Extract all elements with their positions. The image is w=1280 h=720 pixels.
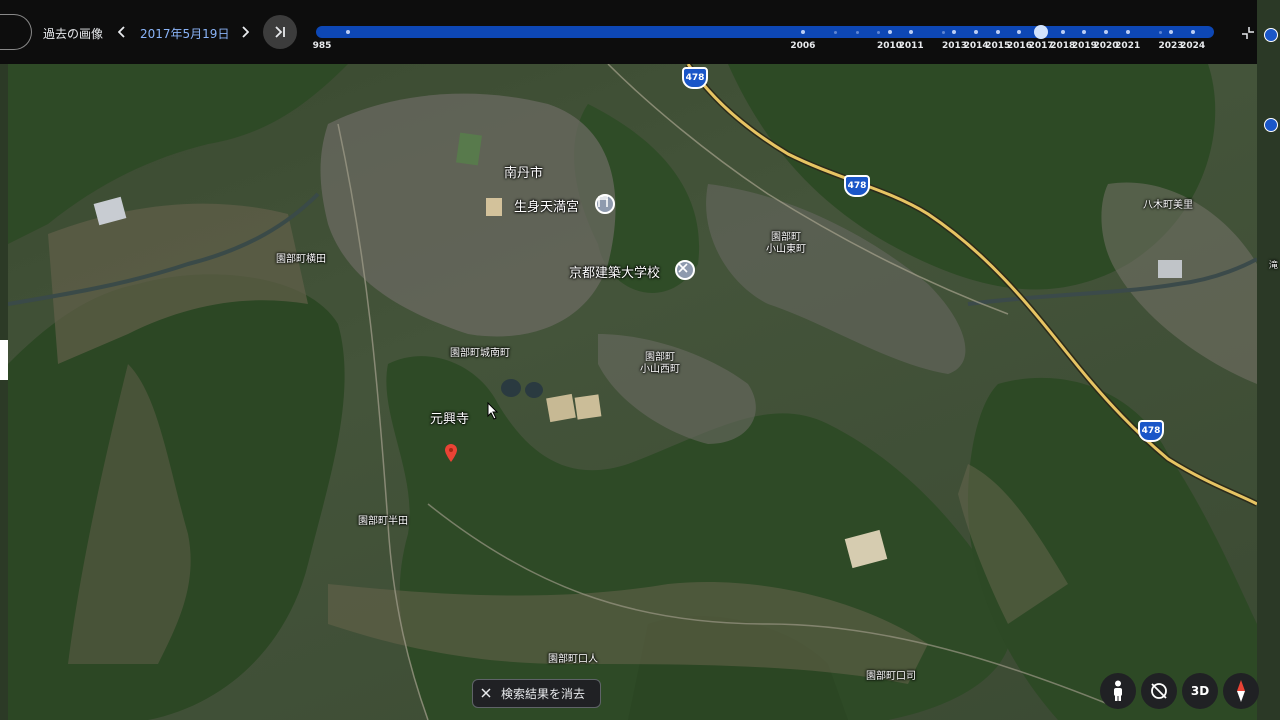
label-kuchihito: 園部町口人 — [548, 654, 598, 665]
timeline-year-tick[interactable] — [1125, 30, 1130, 34]
timeline-year-label[interactable]: 2006 — [790, 41, 815, 51]
timeline-year-tick[interactable] — [995, 30, 1000, 34]
timeline-minor-tick[interactable] — [877, 30, 881, 34]
timeline-year-tick[interactable] — [909, 30, 914, 34]
clear-search-button[interactable]: 検索結果を消去 — [472, 679, 601, 708]
timeline-year-tick[interactable] — [346, 30, 351, 34]
route-shield-edge — [1264, 28, 1278, 42]
historical-imagery-title: 過去の画像 — [43, 27, 104, 41]
label-genkoji[interactable]: 元興寺 — [430, 408, 469, 427]
compass-icon[interactable] — [1223, 673, 1259, 709]
route-478-shield: 478 — [682, 67, 708, 89]
route-478-shield: 478 — [1138, 420, 1164, 442]
label-yagi-misato: 八木町美里 — [1143, 200, 1193, 211]
timeline-selected-handle[interactable] — [1034, 25, 1049, 39]
timeline-year-tick[interactable] — [1104, 30, 1109, 34]
timeline-year-tick[interactable] — [952, 30, 957, 34]
label-ikumi-shrine[interactable]: 生身天満宮 — [514, 196, 579, 215]
satellite-map[interactable]: 478 478 478 南丹市 生身天満宮 京都建築大学校 園部町横田 園部町城… — [8, 64, 1257, 720]
pegman-icon[interactable] — [1100, 673, 1136, 709]
timeline-minor-tick[interactable] — [833, 30, 837, 34]
timeline-year-tick[interactable] — [1060, 30, 1065, 34]
clear-search-label: 検索結果を消去 — [501, 687, 586, 701]
timeline-minor-tick[interactable] — [942, 30, 946, 34]
timeline-minor-tick[interactable] — [855, 30, 859, 34]
selected-date: 2017年5月19日 — [140, 27, 230, 41]
map-imagery — [8, 64, 1257, 720]
close-icon — [481, 687, 491, 701]
timeline-year-tick[interactable] — [800, 30, 805, 34]
route-shield-edge — [1264, 118, 1278, 132]
timeline-year-label[interactable]: 2024 — [1180, 41, 1205, 51]
label-yokota: 園部町横田 — [276, 254, 326, 265]
left-panel-handle[interactable] — [0, 340, 8, 380]
timeline-year-label[interactable]: 985 — [313, 41, 332, 51]
chevron-right-icon[interactable] — [236, 22, 254, 42]
label-handa: 園部町半田 — [358, 516, 408, 527]
historical-imagery-bar: 過去の画像 2017年5月19日 985 2006 2010 2011 2013 2014… — [0, 0, 1257, 64]
timeline-minor-tick[interactable] — [1158, 30, 1162, 34]
left-panel-edge — [0, 0, 8, 720]
timeline-year-tick[interactable] — [1169, 30, 1174, 34]
label-kyoken-school[interactable]: 京都建築大学校 — [569, 262, 660, 281]
route-478-shield: 478 — [844, 175, 870, 197]
label-nantan-city[interactable]: 南丹市 — [504, 162, 543, 181]
timeline-year-tick[interactable] — [1190, 30, 1195, 34]
back-button[interactable] — [0, 14, 32, 50]
school-icon[interactable] — [675, 260, 695, 280]
right-panel-edge: 滝 — [1257, 0, 1280, 720]
timeline-year-tick[interactable] — [1017, 30, 1022, 34]
shrine-icon[interactable] — [595, 194, 615, 214]
label-koyama-nishi: 園部町 小山西町 — [640, 352, 680, 375]
timeline-year-tick[interactable] — [1082, 30, 1087, 34]
collapse-icon[interactable] — [1241, 25, 1255, 39]
skip-to-latest-icon[interactable] — [263, 15, 297, 49]
timeline-year-tick[interactable] — [887, 30, 892, 34]
timeline-slider[interactable] — [316, 25, 1214, 39]
view-3d-button[interactable]: 3D — [1182, 673, 1218, 709]
label-koyama-higashi: 園部町 小山東町 — [766, 232, 806, 255]
timeline-year-label[interactable]: 2021 — [1115, 41, 1140, 51]
timeline-year-tick[interactable] — [974, 30, 979, 34]
rotate-off-icon[interactable] — [1141, 673, 1177, 709]
label-jonan: 園部町城南町 — [450, 348, 510, 359]
chevron-left-icon[interactable] — [113, 22, 131, 42]
label-kuchitsukasa: 園部町口司 — [866, 671, 916, 682]
label-edge: 滝 — [1269, 261, 1279, 271]
timeline-year-label[interactable]: 2011 — [899, 41, 924, 51]
